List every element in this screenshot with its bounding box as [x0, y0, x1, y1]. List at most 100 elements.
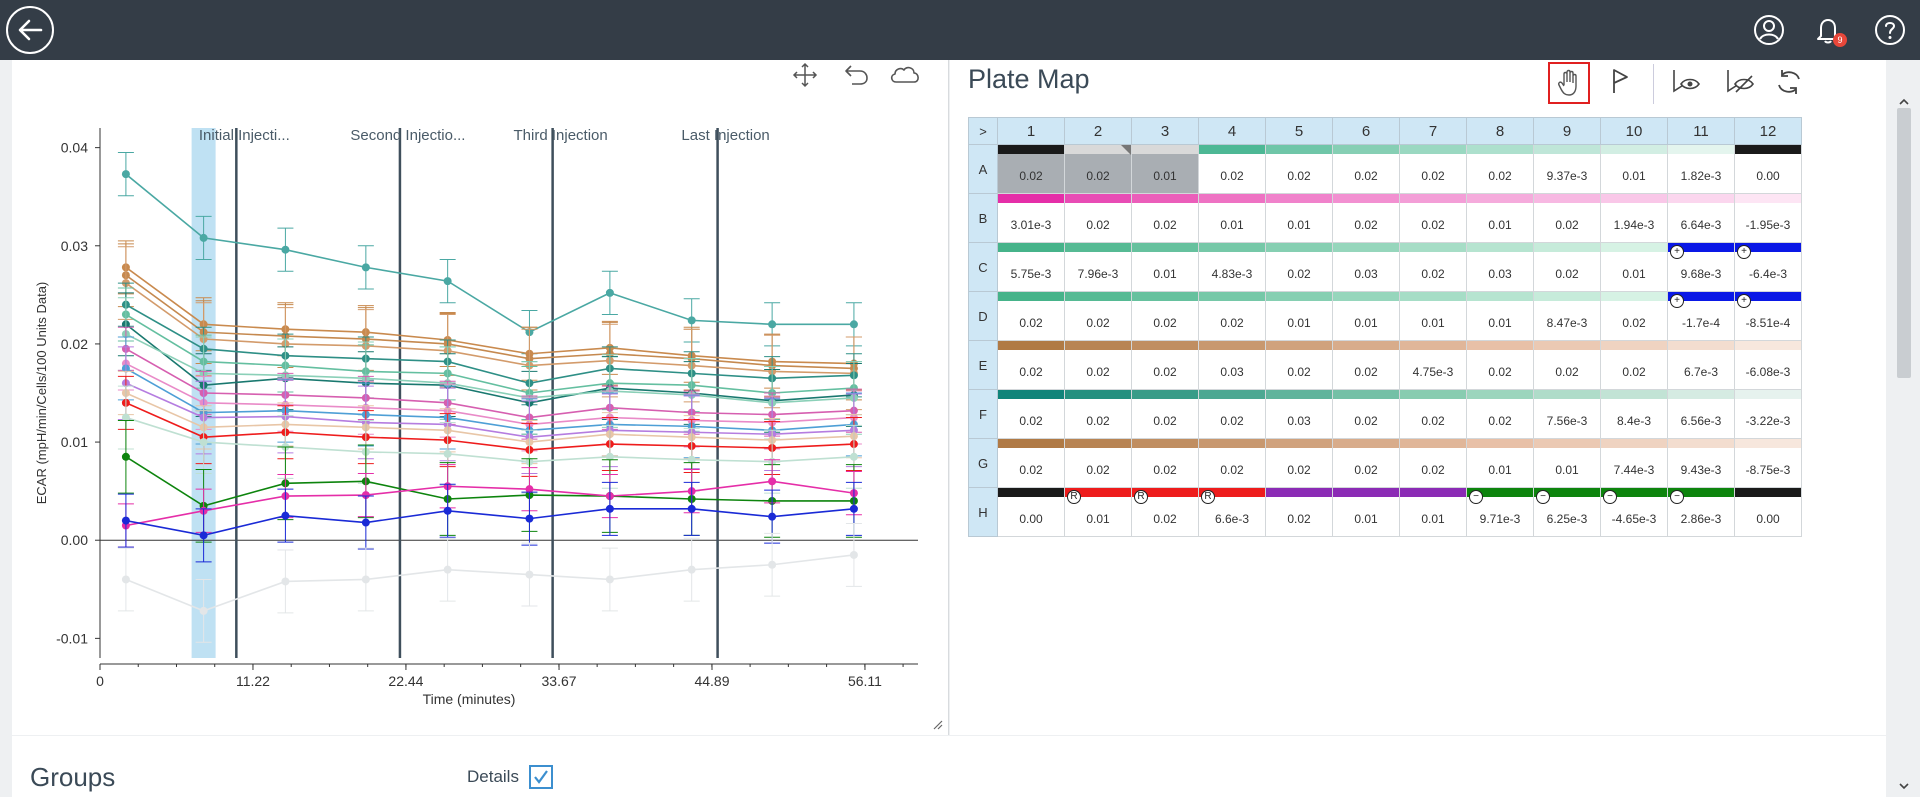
plate-well[interactable]: + -8.51e-4 — [1734, 291, 1802, 341]
plate-well[interactable]: 0.02 — [1533, 242, 1601, 292]
plate-well[interactable]: 9.43e-3 — [1667, 438, 1735, 488]
plate-well[interactable]: R 6.6e-3 — [1198, 487, 1266, 537]
plate-well[interactable]: 0.02 — [1198, 144, 1266, 194]
plate-well[interactable]: 0.02 — [1533, 340, 1601, 390]
plate-well[interactable]: 0.02 — [997, 291, 1065, 341]
resize-handle[interactable] — [930, 717, 944, 731]
plate-well[interactable]: 0.01 — [1332, 487, 1400, 537]
plate-well[interactable]: 0.02 — [1131, 340, 1199, 390]
plate-well[interactable]: 0.02 — [1332, 193, 1400, 243]
column-header[interactable]: 11 — [1667, 117, 1735, 145]
plate-well[interactable]: -6.08e-3 — [1734, 340, 1802, 390]
plate-well[interactable]: 0.02 — [1399, 193, 1467, 243]
plate-well[interactable]: 0.01 — [1198, 193, 1266, 243]
plate-well[interactable]: 0.02 — [1466, 340, 1534, 390]
plate-well[interactable]: 0.01 — [1265, 291, 1333, 341]
row-header[interactable]: E — [968, 340, 998, 390]
plate-well[interactable]: 0.02 — [997, 438, 1065, 488]
plate-well[interactable]: 4.83e-3 — [1198, 242, 1266, 292]
plate-well[interactable]: 8.47e-3 — [1533, 291, 1601, 341]
row-header[interactable]: G — [968, 438, 998, 488]
plate-well[interactable]: 0.01 — [1131, 144, 1199, 194]
row-header[interactable]: H — [968, 487, 998, 537]
plate-well[interactable]: 0.00 — [997, 487, 1065, 537]
plate-well[interactable]: 0.01 — [1466, 291, 1534, 341]
plate-well[interactable]: + -1.7e-4 — [1667, 291, 1735, 341]
back-button[interactable] — [6, 6, 54, 54]
plate-well[interactable]: 6.7e-3 — [1667, 340, 1735, 390]
row-header[interactable]: F — [968, 389, 998, 439]
row-header[interactable]: C — [968, 242, 998, 292]
plate-well[interactable]: 0.02 — [1399, 438, 1467, 488]
plate-well[interactable]: − 2.86e-3 — [1667, 487, 1735, 537]
column-header[interactable]: 12 — [1734, 117, 1802, 145]
plate-well[interactable]: 1.94e-3 — [1600, 193, 1668, 243]
column-header[interactable]: 8 — [1466, 117, 1534, 145]
plate-well[interactable]: 0.03 — [1265, 389, 1333, 439]
plate-well[interactable]: +9.68e-3 — [1667, 242, 1735, 292]
plate-well[interactable]: − 9.71e-3 — [1466, 487, 1534, 537]
plate-well[interactable]: 0.01 — [1466, 193, 1534, 243]
plate-well[interactable]: 0.01 — [1399, 291, 1467, 341]
plate-well[interactable]: 0.01 — [1332, 291, 1400, 341]
plate-well[interactable]: 0.01 — [1600, 242, 1668, 292]
plate-well[interactable]: 0.02 — [1198, 438, 1266, 488]
plate-well[interactable]: 0.02 — [1064, 340, 1132, 390]
plate-well[interactable]: 0.02 — [1064, 291, 1132, 341]
column-header[interactable]: 6 — [1332, 117, 1400, 145]
plate-well[interactable]: 0.03 — [1198, 340, 1266, 390]
plate-well[interactable]: 0.02 — [1064, 389, 1132, 439]
plate-well[interactable]: 0.02 — [1466, 144, 1534, 194]
plate-well[interactable]: 0.02 — [1064, 144, 1132, 194]
plate-well[interactable]: 0.00 — [1734, 487, 1802, 537]
ecar-line-chart[interactable]: -0.01 0.00 0.01 0.02 0.03 0.04 0 11.22 22.44 33.6… — [20, 110, 940, 710]
column-header[interactable]: 7 — [1399, 117, 1467, 145]
export-button[interactable] — [888, 62, 919, 88]
user-account-button[interactable] — [1753, 14, 1785, 46]
plate-well[interactable]: 0.02 — [1265, 487, 1333, 537]
plate-well[interactable]: 0.02 — [997, 389, 1065, 439]
plate-well[interactable]: − 6.25e-3 — [1533, 487, 1601, 537]
row-header[interactable]: D — [968, 291, 998, 341]
plate-well[interactable]: 0.02 — [1399, 242, 1467, 292]
plate-well[interactable]: 7.56e-3 — [1533, 389, 1601, 439]
row-header[interactable]: B — [968, 193, 998, 243]
plate-well[interactable]: 0.01 — [1399, 487, 1467, 537]
scroll-up-button[interactable] — [1898, 95, 1910, 107]
plate-well[interactable]: 0.02 — [1533, 193, 1601, 243]
plate-well[interactable]: 0.02 — [1399, 144, 1467, 194]
vertical-scrollbar-thumb[interactable] — [1897, 108, 1911, 378]
plate-well[interactable]: 0.02 — [1064, 438, 1132, 488]
plate-well[interactable]: 6.64e-3 — [1667, 193, 1735, 243]
flag-wells-button[interactable] — [1602, 62, 1644, 104]
plate-well[interactable]: 5.75e-3 — [997, 242, 1065, 292]
plate-well[interactable]: 0.01 — [1131, 242, 1199, 292]
column-header[interactable]: 9 — [1533, 117, 1601, 145]
plate-well[interactable]: 0.02 — [1332, 340, 1400, 390]
column-header[interactable]: 5 — [1265, 117, 1333, 145]
plate-well[interactable]: R 0.02 — [1131, 487, 1199, 537]
plate-well[interactable]: -1.95e-3 — [1734, 193, 1802, 243]
plate-well[interactable]: 0.02 — [1131, 291, 1199, 341]
column-header[interactable]: 4 — [1198, 117, 1266, 145]
column-header[interactable]: 10 — [1600, 117, 1668, 145]
plate-well[interactable]: 3.01e-3 — [997, 193, 1065, 243]
plate-well[interactable]: 6.56e-3 — [1667, 389, 1735, 439]
plate-well[interactable]: 0.00 — [1734, 144, 1802, 194]
plate-well[interactable]: 0.02 — [1131, 389, 1199, 439]
plate-well[interactable]: 0.01 — [1466, 438, 1534, 488]
plate-well[interactable]: 0.02 — [1064, 193, 1132, 243]
hide-wells-button[interactable] — [1718, 62, 1760, 104]
plate-well[interactable]: -3.22e-3 — [1734, 389, 1802, 439]
plate-well[interactable]: 0.02 — [1131, 193, 1199, 243]
plate-well[interactable]: 0.03 — [1466, 242, 1534, 292]
plate-well[interactable]: 0.03 — [1332, 242, 1400, 292]
plate-well[interactable]: 0.01 — [1600, 144, 1668, 194]
plate-well[interactable]: 7.44e-3 — [1600, 438, 1668, 488]
notifications-button[interactable]: 9 — [1812, 14, 1847, 47]
column-header[interactable]: 3 — [1131, 117, 1199, 145]
undo-zoom-button[interactable] — [842, 62, 872, 88]
select-wells-tool-button[interactable] — [1548, 62, 1590, 104]
plate-well[interactable]: 0.02 — [1265, 340, 1333, 390]
plate-well[interactable]: -8.75e-3 — [1734, 438, 1802, 488]
